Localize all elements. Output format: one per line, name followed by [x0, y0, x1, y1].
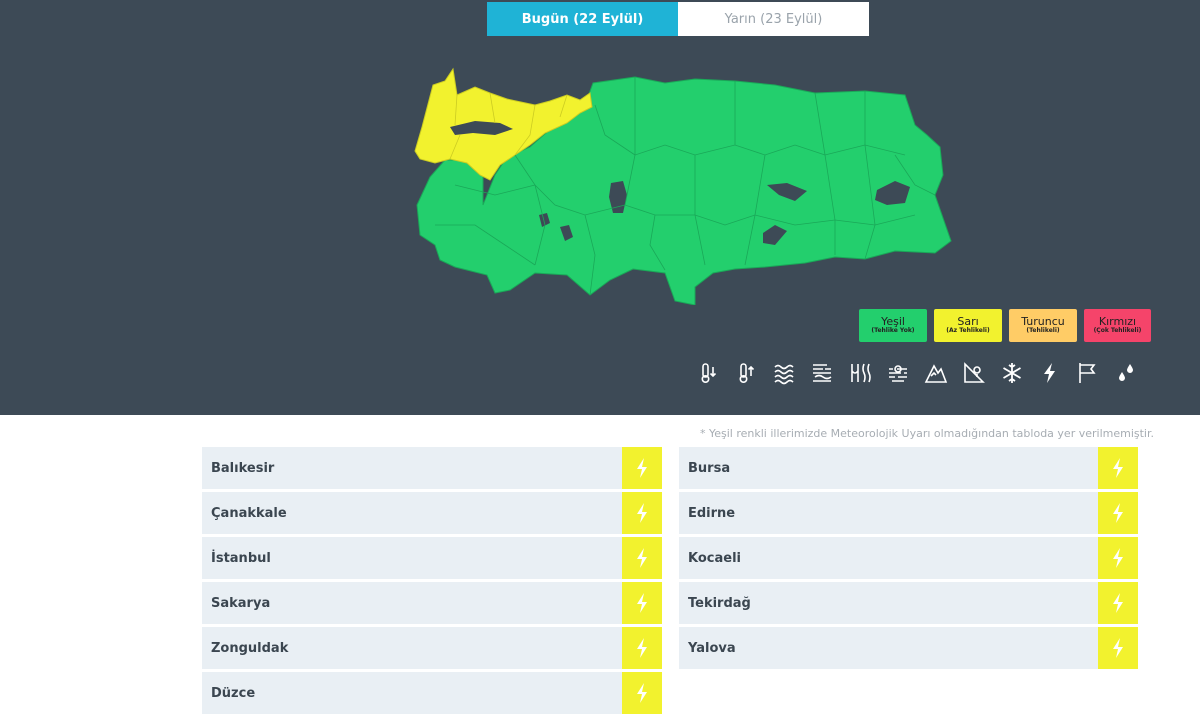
province-row-duzce[interactable]: Düzce: [202, 672, 662, 714]
lightning-icon: [622, 537, 662, 579]
province-name: Edirne: [688, 505, 736, 521]
sandstorm-icon[interactable]: [807, 358, 837, 388]
province-row-istanbul[interactable]: İstanbul: [202, 537, 662, 579]
day-tabs: Bugün (22 Eylül) Yarın (23 Eylül): [487, 2, 869, 36]
lightning-icon: [1098, 447, 1138, 489]
lightning-icon: [622, 627, 662, 669]
map-panel: Bugün (22 Eylül) Yarın (23 Eylül) Yeşil …: [0, 0, 1200, 415]
fog-icon[interactable]: [883, 358, 913, 388]
rain-icon[interactable]: [1111, 358, 1141, 388]
province-name: Tekirdağ: [688, 595, 751, 611]
lightning-icon[interactable]: [1035, 358, 1065, 388]
lightning-icon: [1098, 582, 1138, 624]
province-row-bursa[interactable]: Bursa: [679, 447, 1138, 489]
province-name: Yalova: [688, 640, 736, 656]
province-name: İstanbul: [211, 550, 271, 566]
snow-melt-icon[interactable]: [959, 358, 989, 388]
province-name: Bursa: [688, 460, 731, 476]
tab-today[interactable]: Bugün (22 Eylül): [487, 2, 678, 36]
lightning-icon: [1098, 492, 1138, 534]
lightning-icon: [622, 582, 662, 624]
green-provinces-note: * Yeşil renkli illerimizde Meteorolojik …: [700, 427, 1154, 440]
turkey-warning-map[interactable]: [395, 55, 965, 305]
province-row-balikesir[interactable]: Balıkesir: [202, 447, 662, 489]
province-row-tekirdag[interactable]: Tekirdağ: [679, 582, 1138, 624]
province-row-sakarya[interactable]: Sakarya: [202, 582, 662, 624]
province-name: Sakarya: [211, 595, 271, 611]
legend-red-sub: (Çok Tehlikeli): [1093, 327, 1142, 335]
lightning-icon: [1098, 627, 1138, 669]
province-row-kocaeli[interactable]: Kocaeli: [679, 537, 1138, 579]
wave-icon[interactable]: [769, 358, 799, 388]
province-row-edirne[interactable]: Edirne: [679, 492, 1138, 534]
province-row-canakkale[interactable]: Çanakkale: [202, 492, 662, 534]
province-name: Balıkesir: [211, 460, 275, 476]
lightning-icon: [622, 447, 662, 489]
hot-weather-icon[interactable]: [845, 358, 875, 388]
legend-yellow-sub: (Az Tehlikeli): [946, 327, 990, 335]
province-name: Çanakkale: [211, 505, 287, 521]
wind-icon[interactable]: [1073, 358, 1103, 388]
legend-yellow: Sarı (Az Tehlikeli): [934, 309, 1002, 342]
high-temperature-icon[interactable]: [731, 358, 761, 388]
province-row-yalova[interactable]: Yalova: [679, 627, 1138, 669]
low-temperature-icon[interactable]: [693, 358, 723, 388]
legend-red: Kırmızı (Çok Tehlikeli): [1084, 309, 1151, 342]
legend-green: Yeşil (Tehlike Yok): [859, 309, 927, 342]
avalanche-icon[interactable]: [921, 358, 951, 388]
legend-green-sub: (Tehlike Yok): [871, 327, 915, 335]
lightning-icon: [622, 492, 662, 534]
snowflake-icon[interactable]: [997, 358, 1027, 388]
lightning-icon: [1098, 537, 1138, 579]
tab-tomorrow[interactable]: Yarın (23 Eylül): [678, 2, 869, 36]
province-name: Kocaeli: [688, 550, 741, 566]
lightning-icon: [622, 672, 662, 714]
province-name: Zonguldak: [211, 640, 289, 656]
legend-orange: Turuncu (Tehlikeli): [1009, 309, 1077, 342]
province-name: Düzce: [211, 685, 256, 701]
province-row-zonguldak[interactable]: Zonguldak: [202, 627, 662, 669]
legend-orange-sub: (Tehlikeli): [1026, 327, 1060, 335]
